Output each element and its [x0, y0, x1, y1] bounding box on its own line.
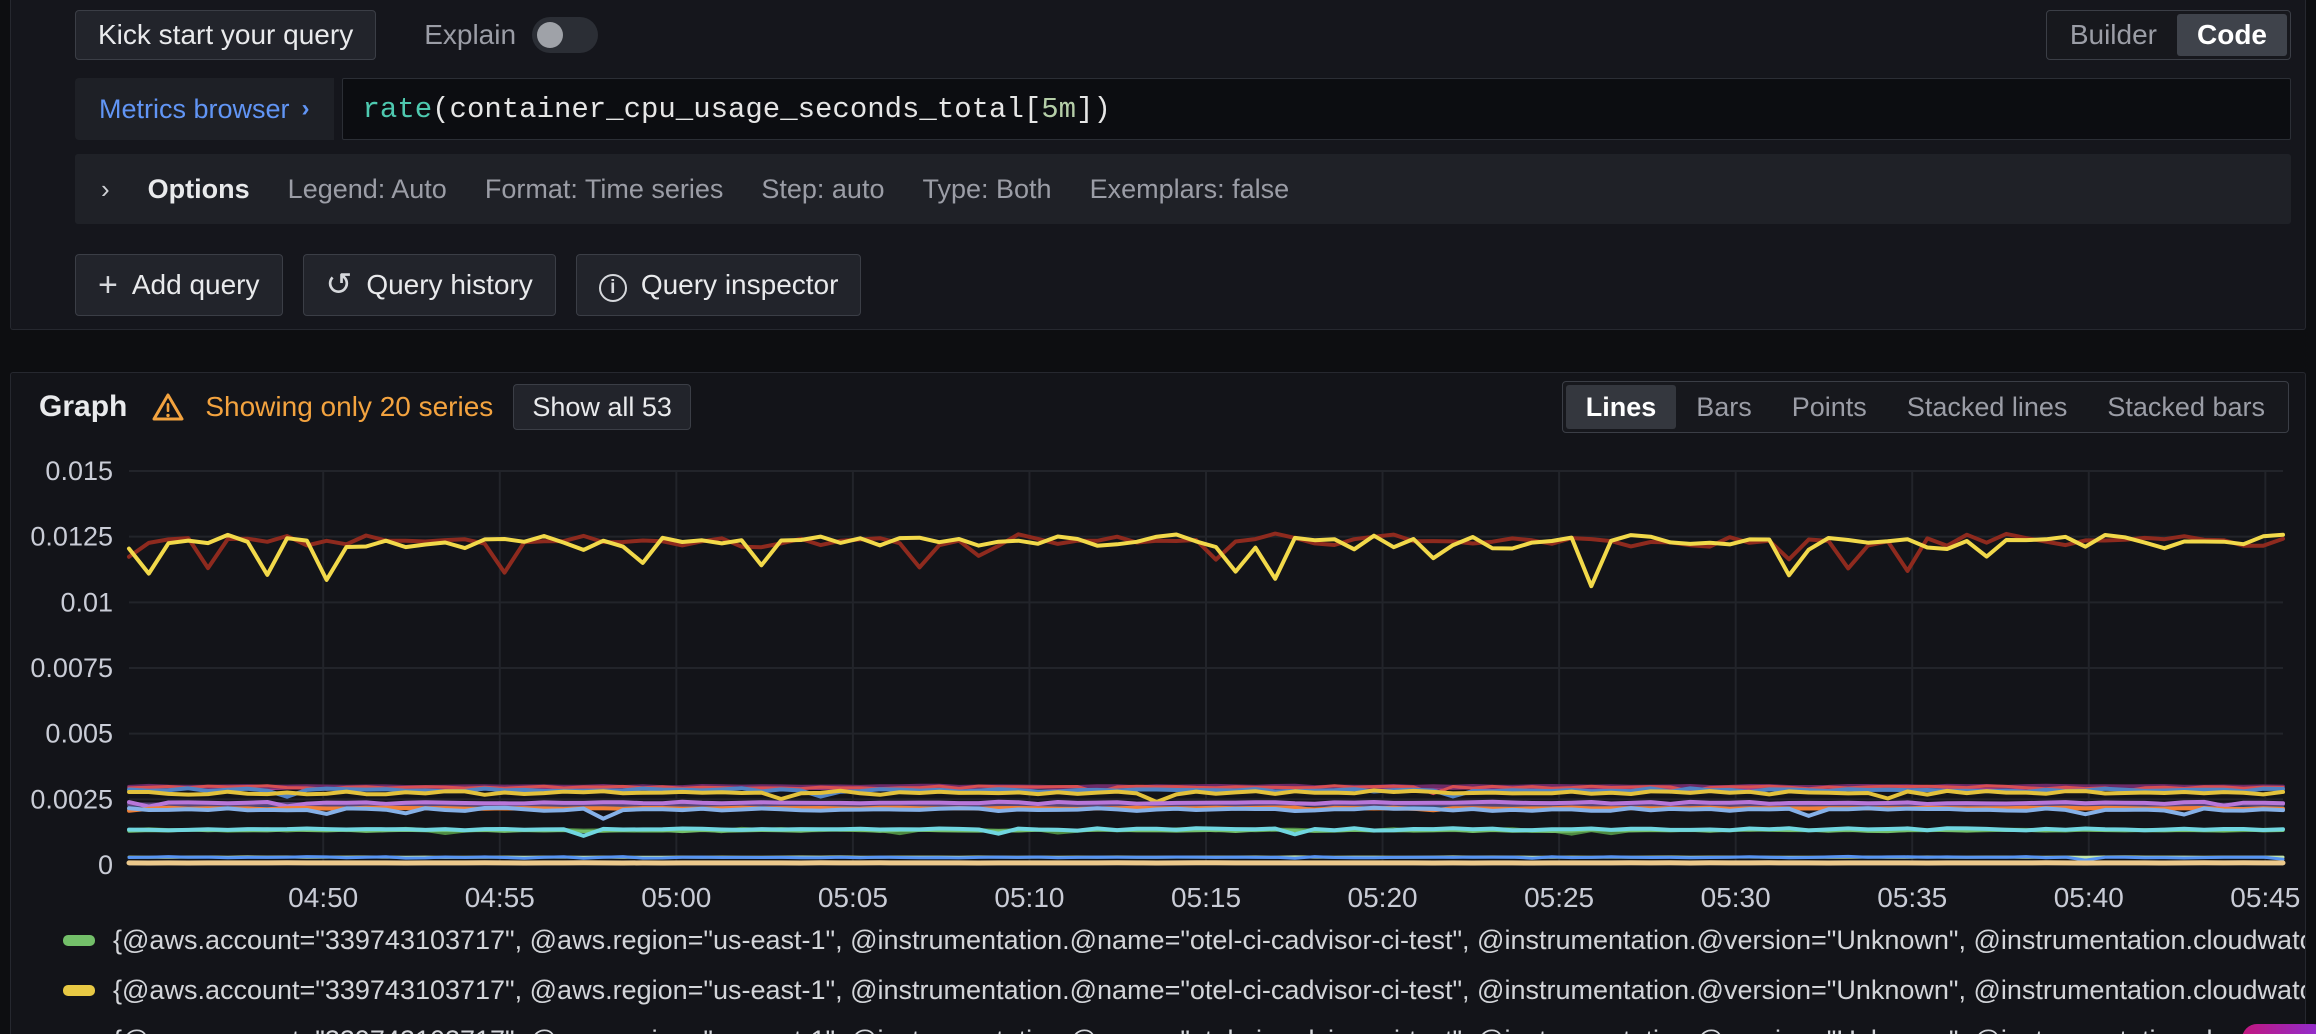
kick-start-query-button[interactable]: Kick start your query: [75, 10, 376, 60]
option-summary-item: Format: Time series: [485, 174, 724, 205]
y-tick-label: 0.0025: [30, 784, 113, 814]
promql-token-duration: 5m: [1041, 93, 1076, 126]
y-tick-label: 0.01: [60, 587, 113, 617]
option-summary-item: Exemplars: false: [1090, 174, 1290, 205]
explain-toggle[interactable]: [532, 17, 598, 53]
explain-control: Explain: [424, 17, 598, 53]
query-inspector-button[interactable]: i Query inspector: [576, 254, 862, 316]
query-actions-row: + Add query ↺ Query history i Query inspector: [75, 254, 2291, 316]
y-tick-label: 0.015: [45, 456, 113, 486]
legend-color-swatch: [63, 935, 95, 946]
graph-style-tabs: LinesBarsPointsStacked linesStacked bars: [1562, 381, 2289, 433]
legend-row-2[interactable]: {@aws.account="339743103717", @aws.regio…: [11, 965, 2305, 1015]
button-label: Query inspector: [641, 269, 839, 301]
metrics-browser-label: Metrics browser: [99, 94, 290, 125]
plus-icon: +: [98, 268, 118, 303]
show-all-series-button[interactable]: Show all 53: [513, 384, 691, 430]
y-tick-label: 0: [98, 850, 113, 880]
timeseries-chart[interactable]: 00.00250.0050.00750.010.01250.01504:5004…: [11, 435, 2305, 915]
promql-token-plain: ]): [1076, 93, 1111, 126]
query-row: Metrics browser › rate(container_cpu_usa…: [75, 78, 2291, 140]
graph-panel: Graph Showing only 20 series Show all 53…: [10, 372, 2306, 1034]
query-editor-panel: Kick start your query Explain BuilderCod…: [10, 0, 2306, 330]
legend-color-swatch: [63, 985, 95, 996]
chevron-right-icon: ›: [302, 95, 310, 123]
x-tick-label: 05:15: [1171, 882, 1241, 913]
toggle-knob-icon: [537, 22, 563, 48]
editor-mode-builder[interactable]: Builder: [2050, 14, 2177, 56]
explain-label: Explain: [424, 19, 516, 51]
series-limit-warning: Showing only 20 series: [205, 391, 493, 423]
options-label: Options: [148, 174, 250, 205]
editor-mode-code[interactable]: Code: [2177, 14, 2287, 56]
x-tick-label: 04:55: [465, 882, 535, 913]
floating-gradient-button[interactable]: [2242, 1024, 2316, 1034]
option-summary-item: Type: Both: [922, 174, 1051, 205]
x-tick-label: 05:40: [2054, 882, 2124, 913]
options-summary: Legend: Auto Format: Time series Step: aut…: [288, 174, 1289, 205]
chevron-right-icon: ›: [101, 174, 110, 205]
builder-code-switch: BuilderCode: [2046, 10, 2291, 60]
x-tick-label: 04:50: [288, 882, 358, 913]
legend-row-1[interactable]: {@aws.account="339743103717", @aws.regio…: [11, 915, 2305, 965]
y-tick-label: 0.005: [45, 719, 113, 749]
graph-style-tab-stacked-bars[interactable]: Stacked bars: [2087, 385, 2285, 429]
legend-series-label: {@aws.account="339743103717", @aws.regio…: [113, 1025, 2305, 1034]
legend-series-label: {@aws.account="339743103717", @aws.regio…: [113, 925, 2305, 956]
graph-panel-title: Graph: [39, 390, 127, 424]
query-toolbar: Kick start your query Explain BuilderCod…: [75, 10, 2291, 60]
chart-legend: {@aws.account="339743103717", @aws.regio…: [11, 915, 2305, 1034]
query-history-button[interactable]: ↺ Query history: [303, 254, 556, 316]
button-label: Query history: [366, 269, 533, 301]
x-tick-label: 05:10: [994, 882, 1064, 913]
x-tick-label: 05:30: [1701, 882, 1771, 913]
warning-triangle-icon: [151, 391, 185, 423]
metrics-browser-button[interactable]: Metrics browser ›: [75, 78, 334, 140]
x-tick-label: 05:35: [1877, 882, 1947, 913]
grafana-explore-screen: Kick start your query Explain BuilderCod…: [0, 0, 2316, 1034]
option-summary-item: Legend: Auto: [288, 174, 447, 205]
add-query-button[interactable]: + Add query: [75, 254, 283, 316]
x-tick-label: 05:45: [2230, 882, 2300, 913]
graph-style-tab-lines[interactable]: Lines: [1566, 385, 1677, 429]
promql-code-input[interactable]: rate(container_cpu_usage_seconds_total[5…: [342, 78, 2291, 140]
promql-token-plain: (container_cpu_usage_seconds_total[: [432, 93, 1041, 126]
option-summary-item: Step: auto: [761, 174, 884, 205]
options-collapsed-row[interactable]: › Options Legend: Auto Format: Time serie…: [75, 154, 2291, 224]
x-tick-label: 05:00: [641, 882, 711, 913]
y-tick-label: 0.0125: [30, 522, 113, 552]
promql-token-function: rate: [363, 93, 433, 126]
x-tick-label: 05:05: [818, 882, 888, 913]
y-axis-labels: 0 0.0025 0.005 0.0075 0.01 0.0125 0.015: [30, 456, 113, 880]
x-axis-labels: 04:50 04:55 05:00 05:05 05:10 05:15 05:20 05:25…: [288, 882, 2300, 913]
graph-style-tab-bars[interactable]: Bars: [1676, 385, 1772, 429]
graph-style-tab-points[interactable]: Points: [1772, 385, 1887, 429]
legend-series-label: {@aws.account="339743103717", @aws.regio…: [113, 975, 2305, 1006]
graph-style-tab-stacked-lines[interactable]: Stacked lines: [1887, 385, 2088, 429]
graph-header: Graph Showing only 20 series Show all 53…: [11, 373, 2305, 435]
history-icon: ↺: [326, 268, 353, 302]
button-label: Add query: [132, 269, 260, 301]
legend-row-3[interactable]: {@aws.account="339743103717", @aws.regio…: [11, 1015, 2305, 1034]
x-tick-label: 05:25: [1524, 882, 1594, 913]
info-circle-icon: i: [599, 268, 627, 302]
y-tick-label: 0.0075: [30, 653, 113, 683]
x-tick-label: 05:20: [1348, 882, 1418, 913]
